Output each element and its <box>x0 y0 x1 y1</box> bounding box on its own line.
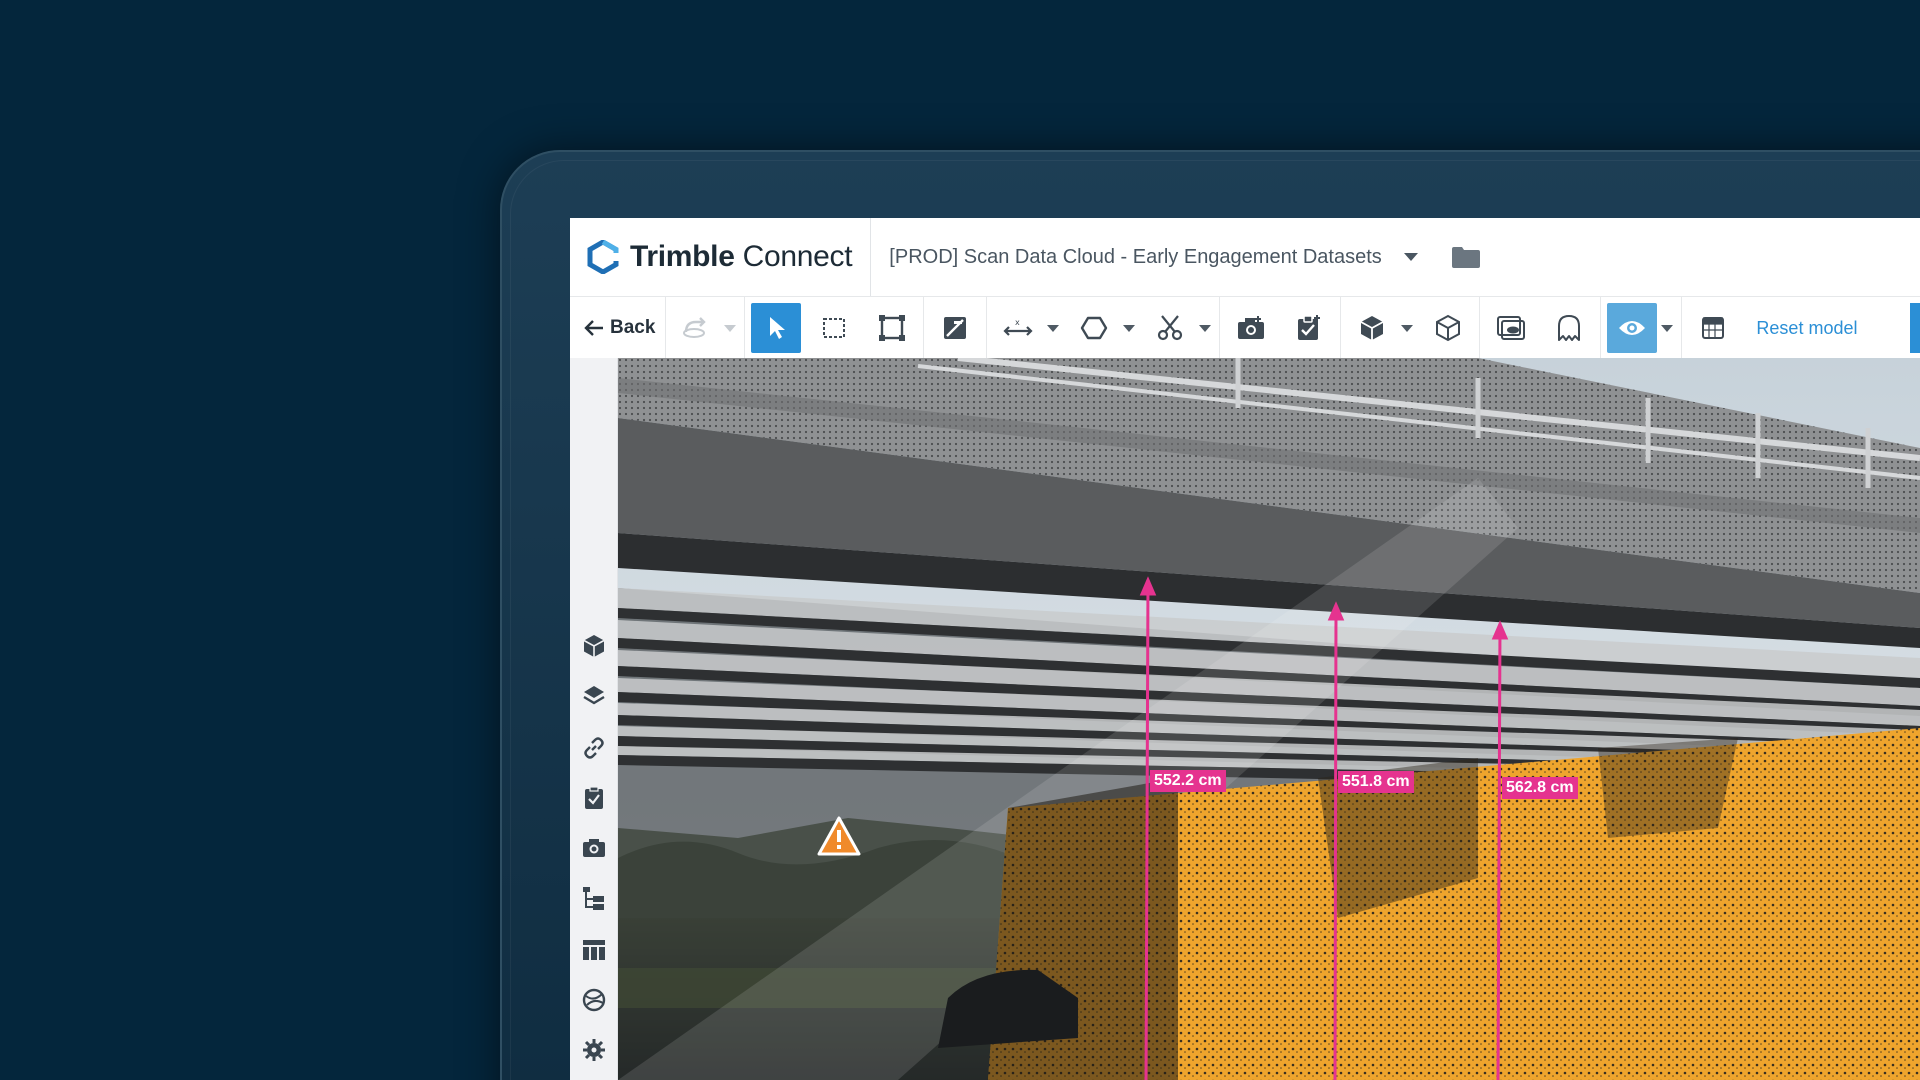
rail-tree-button[interactable] <box>580 885 607 912</box>
back-label: Back <box>610 317 656 338</box>
brand-name: Trimble Connect <box>630 240 853 273</box>
snapshot-icon <box>1238 316 1265 339</box>
rail-globe-button[interactable] <box>580 986 607 1013</box>
trimble-logo-icon <box>587 240 620 274</box>
toolbar-divider <box>986 297 988 359</box>
polygon-button[interactable] <box>1069 303 1119 353</box>
grid-icon <box>1702 317 1725 339</box>
checklist-button[interactable] <box>1284 303 1334 353</box>
eye-icon <box>1619 321 1646 335</box>
link-icon <box>583 736 604 759</box>
box-select-button[interactable] <box>809 303 859 353</box>
point-cloud-scene <box>618 358 1920 1080</box>
rail-todos-button[interactable] <box>580 784 607 811</box>
arrow-left-icon <box>584 320 603 336</box>
select-pointer-icon <box>770 317 786 339</box>
side-rail <box>570 358 618 1080</box>
app-window: Trimble Connect [PROD] Scan Data Cloud -… <box>570 218 1920 1080</box>
measure-icon: x <box>1003 318 1033 336</box>
todo-icon <box>584 785 603 809</box>
visibility-dropdown-icon[interactable] <box>1661 324 1674 332</box>
object-cube-button[interactable] <box>1347 303 1397 353</box>
toolbar-divider <box>1681 297 1683 359</box>
measurement-label[interactable]: 551.8 cm <box>1338 771 1414 793</box>
fit-selection-icon <box>879 315 906 341</box>
layers-icon <box>582 685 605 704</box>
select-tool-button[interactable] <box>751 303 802 353</box>
measurement-line <box>1333 604 1338 1080</box>
measure-dropdown-icon[interactable] <box>1047 324 1060 332</box>
brand: Trimble Connect <box>586 218 872 296</box>
toolbar-divider <box>1479 297 1481 359</box>
rail-settings-button[interactable] <box>580 1036 607 1063</box>
grid-button[interactable] <box>1688 303 1738 353</box>
camera-icon <box>582 838 605 857</box>
project-dropdown-icon[interactable] <box>1403 253 1418 261</box>
rail-table-button[interactable] <box>580 936 607 963</box>
rail-views-button[interactable] <box>580 834 607 861</box>
measurement-line <box>1496 623 1502 1080</box>
folder-icon[interactable] <box>1451 246 1480 268</box>
project-title[interactable]: [PROD] Scan Data Cloud - Early Engagemen… <box>889 246 1381 269</box>
scissors-icon <box>1158 315 1183 341</box>
tree-icon <box>582 886 604 910</box>
polygon-dropdown-icon[interactable] <box>1123 324 1136 332</box>
3d-viewport[interactable]: 552.2 cm 551.8 cm 562.8 cm <box>618 358 1920 1080</box>
toolbar-divider <box>1340 297 1342 359</box>
ghost-button[interactable] <box>1544 303 1594 353</box>
ghost-icon <box>1558 315 1581 341</box>
visibility-button[interactable] <box>1607 303 1658 353</box>
svg-text:x: x <box>1015 318 1020 327</box>
table-icon <box>582 939 605 960</box>
toolbar-divider <box>744 297 746 359</box>
toolbar-overflow-button[interactable] <box>1910 303 1920 353</box>
measurement-line <box>1144 579 1150 1080</box>
polygon-icon <box>1081 316 1108 340</box>
measurement-label[interactable]: 552.2 cm <box>1150 770 1226 792</box>
rail-layers-button[interactable] <box>580 682 607 709</box>
viewpoint-button[interactable] <box>1486 303 1536 353</box>
redo-button[interactable] <box>670 303 720 353</box>
globe-icon <box>582 988 605 1011</box>
cube-outline-icon <box>1436 314 1461 342</box>
rail-links-button[interactable] <box>580 734 607 761</box>
section-plane-button[interactable] <box>930 303 980 353</box>
object-outline-button[interactable] <box>1423 303 1473 353</box>
toolbar-divider <box>1219 297 1221 359</box>
cube-icon <box>1360 316 1384 340</box>
fit-selection-button[interactable] <box>867 303 917 353</box>
checklist-icon <box>1298 315 1321 340</box>
measure-button[interactable]: x <box>993 303 1043 353</box>
back-button[interactable]: Back <box>570 297 667 359</box>
rail-models-button[interactable] <box>580 632 607 659</box>
snapshot-button[interactable] <box>1226 303 1276 353</box>
toolbar: Back x Reset model <box>570 296 1920 360</box>
cube-dropdown-icon[interactable] <box>1401 324 1414 332</box>
redo-dropdown-icon[interactable] <box>724 324 737 332</box>
section-plane-icon <box>944 317 967 339</box>
scissors-button[interactable] <box>1145 303 1195 353</box>
toolbar-divider <box>923 297 925 359</box>
scissors-dropdown-icon[interactable] <box>1199 324 1212 332</box>
toolbar-divider <box>1600 297 1602 359</box>
box-select-icon <box>823 318 846 338</box>
settings-icon <box>582 1038 605 1061</box>
reset-model-button[interactable]: Reset model <box>1756 318 1857 339</box>
model-cube-icon <box>583 634 604 657</box>
title-bar: Trimble Connect [PROD] Scan Data Cloud -… <box>570 218 1920 296</box>
measurement-label[interactable]: 562.8 cm <box>1502 777 1578 799</box>
redo-icon <box>683 317 707 338</box>
viewpoint-icon <box>1497 316 1526 340</box>
